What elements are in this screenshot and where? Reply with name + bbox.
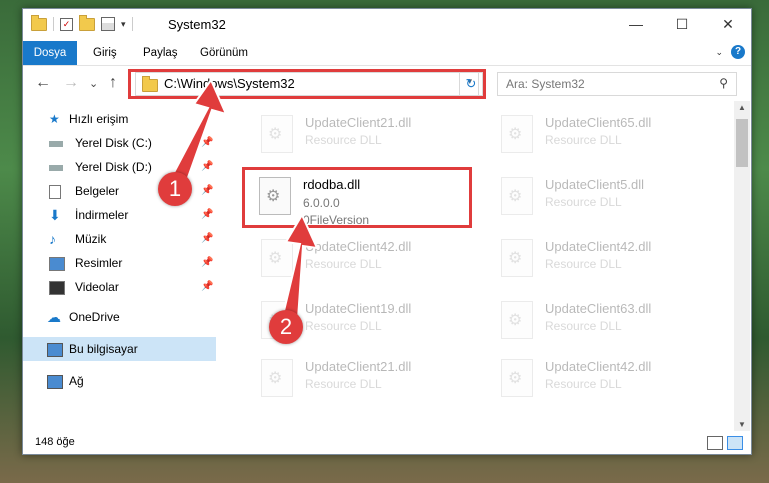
annotation-arrows [168, 77, 319, 321]
arrow-1-icon [168, 77, 228, 188]
step-badge-1: 1 [158, 172, 192, 206]
arrow-2-icon [281, 212, 319, 321]
step-badge-2: 2 [269, 310, 303, 344]
